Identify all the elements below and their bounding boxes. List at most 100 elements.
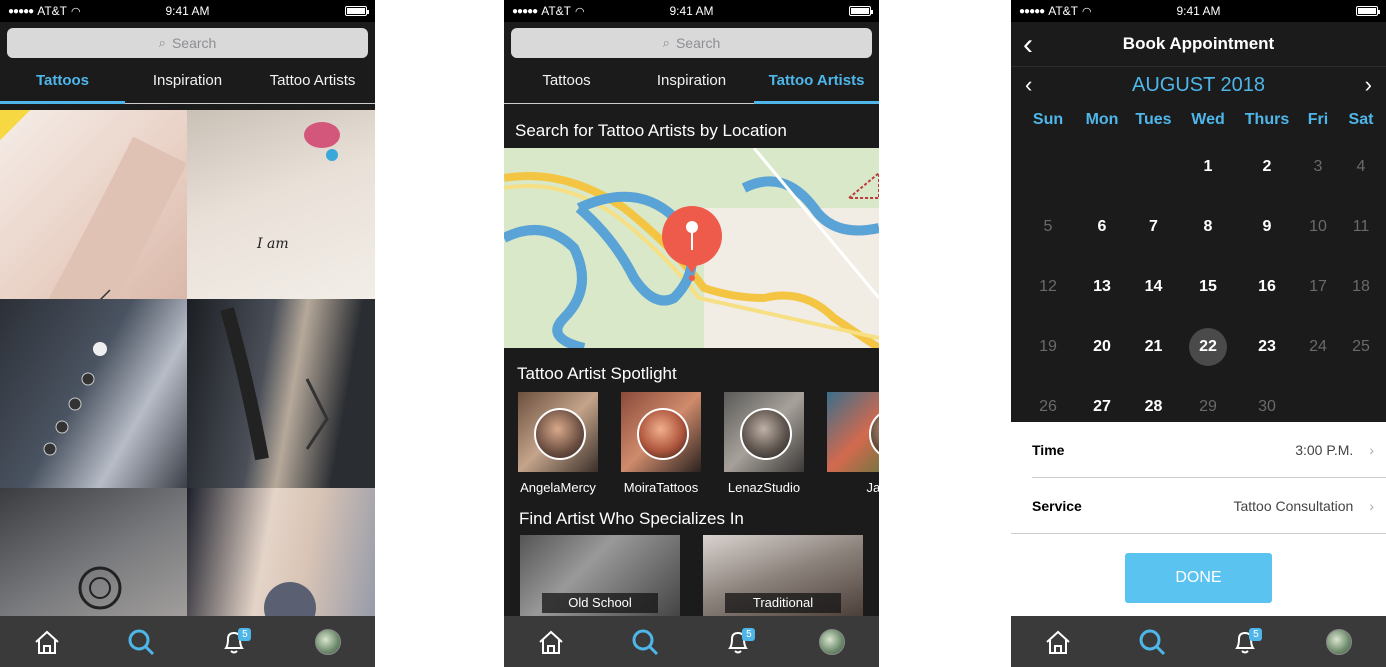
artist-card[interactable]: LenazStudio — [724, 392, 804, 495]
calendar-day[interactable]: 17 — [1298, 257, 1338, 317]
nav-bar: ‹ Book Appointment — [1011, 22, 1386, 66]
battery-icon — [345, 6, 369, 16]
artist-photo — [827, 392, 879, 472]
specialize-title: Find Artist Who Specializes In — [519, 509, 744, 528]
notification-badge: 5 — [1249, 627, 1263, 641]
artist-avatar — [740, 408, 792, 460]
calendar-day[interactable]: 11 — [1338, 197, 1384, 257]
calendar-day[interactable]: 23 — [1236, 317, 1298, 377]
profile-tab[interactable] — [812, 622, 852, 662]
tab-tattoo-artists[interactable]: Tattoo Artists — [250, 58, 375, 103]
calendar-day[interactable]: 1 — [1180, 137, 1236, 197]
tattoo-photo[interactable] — [0, 110, 187, 299]
service-row[interactable]: Service Tattoo Consultation › — [1011, 478, 1386, 534]
location-map[interactable] — [504, 148, 879, 348]
calendar-day[interactable]: 21 — [1127, 317, 1180, 377]
tab-inspiration[interactable]: Inspiration — [125, 58, 250, 103]
style-card[interactable]: Traditional — [703, 535, 863, 617]
moon-phases-illustration — [43, 342, 107, 456]
book-appointment-screen: ●●●●● AT&T ◠ 9:41 AM ‹ Book Appointment ‹ … — [1011, 0, 1386, 667]
notifications-tab[interactable]: 5 — [718, 622, 758, 662]
day-number: 11 — [1352, 218, 1370, 235]
style-label: Traditional — [725, 593, 841, 613]
service-label: Service — [1032, 498, 1082, 514]
day-number: 2 — [1262, 158, 1272, 175]
artist-card[interactable]: AngelaMercy — [518, 392, 598, 495]
calendar-day[interactable]: 25 — [1338, 317, 1384, 377]
tab-tattoos[interactable]: Tattoos — [0, 58, 125, 104]
calendar-day[interactable]: 15 — [1180, 257, 1236, 317]
calendar-day[interactable]: 5 — [1019, 197, 1077, 257]
profile-avatar — [819, 628, 846, 655]
month-label: AUGUST 2018 — [1131, 73, 1266, 96]
calendar-day[interactable]: 24 — [1298, 317, 1338, 377]
day-number: 17 — [1309, 278, 1327, 295]
next-month-chevron-icon[interactable]: › — [1365, 72, 1372, 98]
calendar-day[interactable]: 3 — [1298, 137, 1338, 197]
tattoo-photo[interactable]: I am — [187, 110, 375, 299]
search-tab[interactable] — [1132, 622, 1172, 662]
calendar-day[interactable]: 16 — [1236, 257, 1298, 317]
home-tab[interactable] — [27, 622, 67, 662]
tab-tattoo-artists[interactable]: Tattoo Artists — [754, 58, 879, 104]
style-card[interactable]: Old School — [520, 535, 680, 617]
calendar-day[interactable]: 20 — [1077, 317, 1127, 377]
weekday-label: Mon — [1085, 111, 1119, 128]
home-tab[interactable] — [1038, 622, 1078, 662]
search-icon — [632, 629, 658, 655]
prev-month-chevron-icon[interactable]: ‹ — [1025, 72, 1032, 98]
day-number: 9 — [1262, 218, 1272, 235]
artist-photo — [518, 392, 598, 472]
profile-tab[interactable] — [308, 622, 348, 662]
notification-badge: 5 — [742, 627, 756, 641]
day-number: 29 — [1199, 398, 1217, 415]
calendar-day[interactable]: 19 — [1019, 317, 1077, 377]
calendar-day-selected[interactable]: 22 — [1180, 317, 1236, 377]
home-icon — [35, 630, 59, 654]
weekday-label: Thurs — [1244, 111, 1290, 128]
calendar-day[interactable]: 4 — [1338, 137, 1384, 197]
tattoo-photo[interactable] — [0, 299, 187, 488]
search-tab[interactable] — [121, 622, 161, 662]
calendar-day[interactable]: 12 — [1019, 257, 1077, 317]
search-tab[interactable] — [625, 622, 665, 662]
day-number: 20 — [1093, 338, 1111, 355]
calendar-day[interactable]: 10 — [1298, 197, 1338, 257]
tab-inspiration[interactable]: Inspiration — [629, 58, 754, 103]
calendar-day[interactable]: 14 — [1127, 257, 1180, 317]
search-placeholder: Search — [675, 35, 721, 51]
day-number: 10 — [1309, 218, 1327, 235]
calendar-day[interactable]: 6 — [1077, 197, 1127, 257]
home-tab[interactable] — [531, 622, 571, 662]
weekday-label: Tues — [1135, 111, 1172, 128]
search-input[interactable]: ⌕ Search — [511, 28, 872, 58]
calendar-header: ‹ AUGUST 2018 › — [1011, 67, 1386, 103]
calendar-day[interactable]: 13 — [1077, 257, 1127, 317]
artist-card[interactable]: MoiraTattoos — [621, 392, 701, 495]
calendar-day[interactable]: 7 — [1127, 197, 1180, 257]
back-chevron-icon[interactable]: ‹ — [1023, 28, 1033, 62]
calendar-grid: 1 2 3 4 5 6 7 8 9 10 11 12 13 14 15 16 17 18 19 20 21 22 23 24 2… — [1011, 137, 1386, 437]
tattoo-photo[interactable] — [187, 299, 375, 488]
artist-card[interactable]: Jackk7 — [827, 392, 879, 495]
top-tabs: Tattoos Inspiration Tattoo Artists — [0, 58, 375, 104]
tab-tattoos[interactable]: Tattoos — [504, 58, 629, 103]
profile-tab[interactable] — [1319, 622, 1359, 662]
notifications-tab[interactable]: 5 — [1225, 622, 1265, 662]
notification-badge: 5 — [238, 627, 252, 641]
calendar-day[interactable]: 2 — [1236, 137, 1298, 197]
search-icon: ⌕ — [662, 35, 670, 50]
search-input[interactable]: ⌕ Search — [7, 28, 368, 58]
calendar-day[interactable]: 8 — [1180, 197, 1236, 257]
done-button[interactable]: DONE — [1125, 553, 1272, 603]
top-tabs: Tattoos Inspiration Tattoo Artists — [504, 58, 879, 104]
calendar-day[interactable]: 9 — [1236, 197, 1298, 257]
artist-name: MoiraTattoos — [623, 480, 699, 495]
time-row[interactable]: Time 3:00 P.M. › — [1011, 422, 1386, 478]
day-number: 26 — [1039, 398, 1057, 415]
bottom-tab-bar: 5 — [504, 616, 879, 667]
notifications-tab[interactable]: 5 — [214, 622, 254, 662]
map-graphic — [504, 148, 879, 348]
artist-photo — [724, 392, 804, 472]
calendar-day[interactable]: 18 — [1338, 257, 1384, 317]
